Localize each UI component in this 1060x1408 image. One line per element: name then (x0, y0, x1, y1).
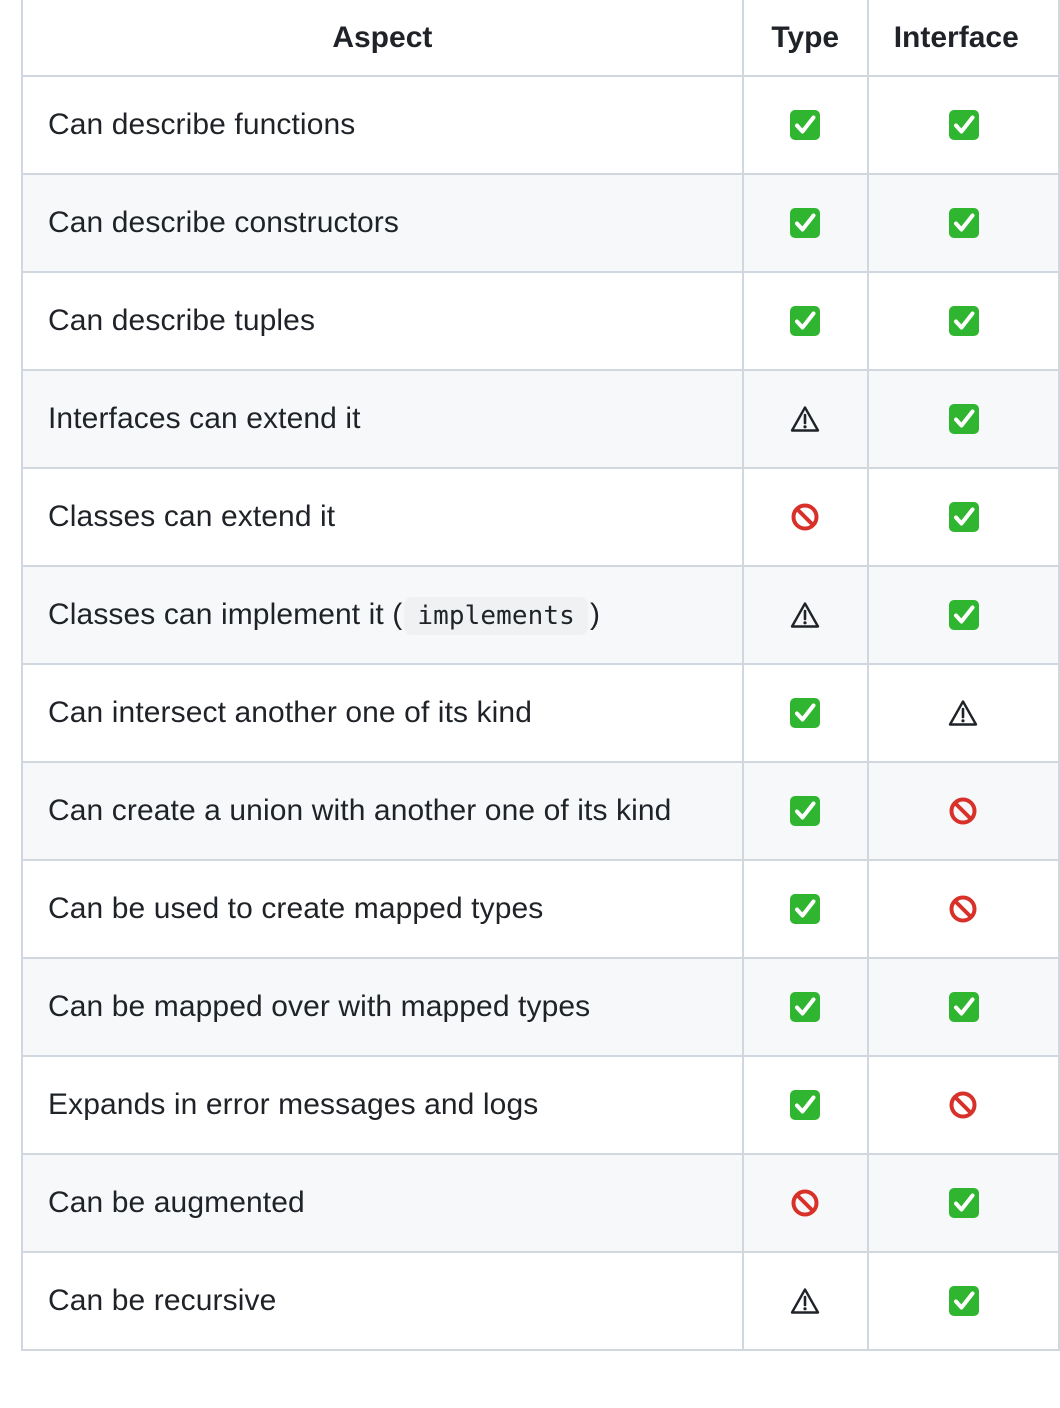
interface-mark-cell (866, 467, 1060, 567)
aspect-cell: Can intersect another one of its kind (21, 663, 744, 763)
type-mark-cell (741, 565, 869, 665)
column-header-interface: Interface (866, 0, 1060, 77)
table-row: Can describe constructors (21, 173, 1060, 273)
type-mark-cell (741, 957, 869, 1057)
type-mark-cell (741, 663, 869, 763)
check-mark-icon (790, 208, 821, 238)
interface-mark-cell (866, 1153, 1060, 1253)
warning-icon (791, 1288, 820, 1314)
check-mark-icon (948, 1188, 979, 1218)
aspect-cell: Can be recursive (21, 1251, 744, 1351)
type-mark-cell (741, 173, 869, 273)
check-mark-icon (790, 110, 821, 140)
interface-mark-cell (866, 271, 1060, 371)
type-mark-cell (741, 859, 869, 959)
interface-mark-cell (866, 663, 1060, 763)
aspect-text-suffix: ) (589, 598, 601, 631)
column-header-aspect: Aspect (21, 0, 744, 77)
interface-mark-cell (866, 761, 1060, 861)
table-row: Can be augmented (21, 1153, 1060, 1253)
type-mark-cell (741, 1251, 869, 1351)
type-mark-cell (741, 75, 869, 175)
aspect-cell: Interfaces can extend it (21, 369, 744, 469)
type-mark-cell (741, 467, 869, 567)
aspect-cell: Expands in error messages and logs (21, 1055, 744, 1155)
no-entry-icon (949, 797, 977, 825)
check-mark-icon (948, 110, 979, 140)
check-mark-icon (790, 992, 821, 1022)
interface-mark-cell (866, 1251, 1060, 1351)
no-entry-icon (949, 1091, 977, 1119)
aspect-cell: Can describe constructors (21, 173, 744, 273)
table-header-row: Aspect Type Interface (21, 0, 1060, 77)
table-row: Can describe functions (21, 75, 1060, 175)
no-entry-icon (949, 895, 977, 923)
check-mark-icon (790, 306, 821, 336)
warning-icon (948, 700, 977, 726)
aspect-cell: Can be augmented (21, 1153, 744, 1253)
interface-mark-cell (866, 565, 1060, 665)
interface-mark-cell (866, 957, 1060, 1057)
aspect-cell: Classes can implement it (implements) (21, 565, 744, 665)
aspect-cell: Classes can extend it (21, 467, 744, 567)
check-mark-icon (948, 1286, 979, 1316)
warning-icon (791, 406, 820, 432)
aspect-text-prefix: Classes can implement it ( (48, 598, 403, 631)
check-mark-icon (790, 698, 821, 728)
aspect-cell: Can describe functions (21, 75, 744, 175)
check-mark-icon (790, 894, 821, 924)
aspect-cell: Can be mapped over with mapped types (21, 957, 744, 1057)
check-mark-icon (948, 306, 979, 336)
table-row: Can create a union with another one of i… (21, 761, 1060, 861)
check-mark-icon (948, 992, 979, 1022)
table-row: Can be recursive (21, 1251, 1060, 1351)
aspect-cell: Can create a union with another one of i… (21, 761, 744, 861)
comparison-table: Aspect Type Interface Can describe funct… (21, 0, 1060, 1351)
check-mark-icon (948, 404, 979, 434)
no-entry-icon (791, 503, 819, 531)
aspect-cell: Can be used to create mapped types (21, 859, 744, 959)
check-mark-icon (790, 796, 821, 826)
type-mark-cell (741, 761, 869, 861)
interface-mark-cell (866, 173, 1060, 273)
table-row: Classes can implement it (implements) (21, 565, 1060, 665)
no-entry-icon (791, 1189, 819, 1217)
check-mark-icon (948, 600, 979, 630)
interface-mark-cell (866, 1055, 1060, 1155)
inline-code: implements (404, 597, 588, 635)
table-row: Classes can extend it (21, 467, 1060, 567)
type-mark-cell (741, 1055, 869, 1155)
type-mark-cell (741, 369, 869, 469)
check-mark-icon (948, 502, 979, 532)
table-row: Can describe tuples (21, 271, 1060, 371)
table-row: Can intersect another one of its kind (21, 663, 1060, 763)
check-mark-icon (790, 1090, 821, 1120)
type-mark-cell (741, 271, 869, 371)
table-row: Expands in error messages and logs (21, 1055, 1060, 1155)
check-mark-icon (948, 208, 979, 238)
table-row: Can be used to create mapped types (21, 859, 1060, 959)
interface-mark-cell (866, 859, 1060, 959)
interface-mark-cell (866, 369, 1060, 469)
type-mark-cell (741, 1153, 869, 1253)
column-header-type: Type (741, 0, 869, 77)
table-row: Can be mapped over with mapped types (21, 957, 1060, 1057)
interface-mark-cell (866, 75, 1060, 175)
aspect-cell: Can describe tuples (21, 271, 744, 371)
table-row: Interfaces can extend it (21, 369, 1060, 469)
warning-icon (791, 602, 820, 628)
